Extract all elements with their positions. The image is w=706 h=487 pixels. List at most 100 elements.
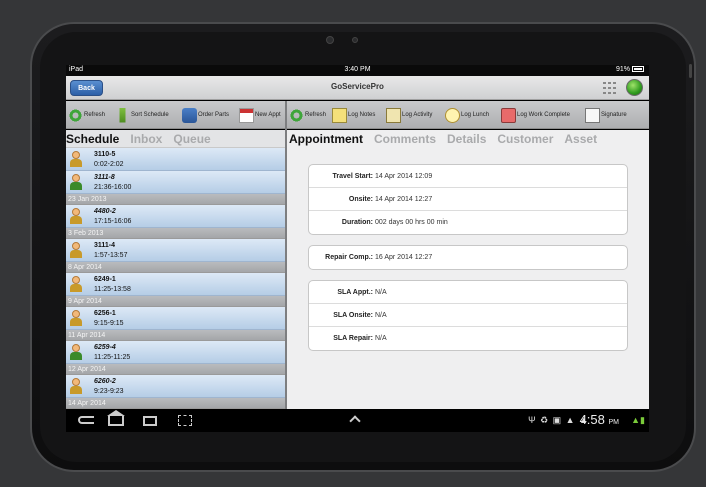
appointment-pane: Appointment Comments Details Customer As… [287,130,649,432]
toolbar: Refresh Sort Schedule Order Parts New Ap… [66,101,649,129]
schedule-row[interactable]: 4480-2 17:15-16:06 [66,205,285,228]
log-lunch-label: Log Lunch [461,112,490,118]
tab-customer[interactable]: Customer [497,132,553,146]
log-notes-button[interactable]: Log Notes [332,106,375,124]
order-parts-button[interactable]: Order Parts [182,106,229,124]
sla-onsite-value: N/A [375,312,387,319]
log-lunch-button[interactable]: Log Lunch [445,106,489,124]
new-appt-button[interactable]: New Appt [239,106,285,124]
repair-comp-row[interactable]: Repair Comp.: 16 Apr 2014 12:27 [309,246,627,269]
android-nav-bar: Ψ ♻ ▣ ▲ ▲ 4:58 PM ▲▮ [66,409,649,432]
refresh-icon [289,107,304,123]
tab-schedule[interactable]: Schedule [66,132,119,146]
schedule-row[interactable]: 6249-1 11:25-13:58 [66,273,285,296]
appointment-code: 4480-2 [94,208,116,215]
connection-status-icon[interactable] [626,79,643,96]
new-appt-label: New Appt [255,112,281,118]
appointment-code: 6249-1 [94,276,116,283]
technician-avatar-icon [69,276,83,293]
log-work-complete-label: Log Work Complete [517,112,570,118]
appointment-time: 11:25-13:58 [94,286,131,293]
schedule-row[interactable]: 6260-2 9:23-9:23 [66,375,285,398]
refresh-appointment-button[interactable]: Refresh [289,106,326,124]
activity-icon [386,107,401,123]
tab-details[interactable]: Details [447,132,486,146]
sla-appt-value: N/A [375,289,387,296]
date-header: 9 Apr 2014 [66,296,285,307]
right-tabs: Appointment Comments Details Customer As… [287,130,649,148]
lunch-icon [445,107,460,123]
tab-appointment[interactable]: Appointment [289,132,363,146]
sla-onsite-row[interactable]: SLA Onsite: N/A [309,304,627,327]
android-recents-icon[interactable] [143,416,157,426]
sla-repair-row[interactable]: SLA Repair: N/A [309,327,627,350]
notes-icon [332,107,347,123]
android-back-icon[interactable] [78,416,94,424]
sla-repair-value: N/A [375,335,387,342]
schedule-pane: Schedule Inbox Queue 3110-5 0:02-2:02 31… [66,130,285,432]
android-home-icon[interactable] [107,410,125,426]
clock-ampm: PM [608,419,620,426]
appointment-code: 6260-2 [94,378,116,385]
cart-icon [182,107,197,123]
technician-avatar-icon [69,174,83,191]
schedule-row[interactable]: 6259-4 11:25-11:25 [66,341,285,364]
log-activity-button[interactable]: Log Activity [386,106,432,124]
app-title: GoServicePro [331,82,384,91]
date-header: 8 Apr 2014 [66,262,285,273]
tab-inbox[interactable]: Inbox [130,132,162,146]
android-menu-up-icon[interactable] [349,415,361,427]
appointment-code: 3111-8 [94,174,115,181]
onsite-label: Onsite: [348,196,373,203]
duration-row[interactable]: Duration: 002 days 00 hrs 00 min [309,211,627,234]
refresh-schedule-button[interactable]: Refresh [68,106,105,124]
duration-value: 002 days 00 hrs 00 min [375,219,448,226]
battery-status: 91% [616,66,644,73]
signature-label: Signature [601,112,627,118]
travel-start-label: Travel Start: [332,173,373,180]
android-clock: 4:58 PM [580,412,619,427]
refresh-label: Refresh [305,112,327,118]
sort-schedule-label: Sort Schedule [131,112,169,118]
onsite-row[interactable]: Onsite: 14 Apr 2014 12:27 [309,188,627,211]
sla-repair-label: SLA Repair: [333,335,373,342]
log-activity-label: Log Activity [402,112,433,118]
technician-avatar-icon [69,378,83,395]
complete-icon [501,107,516,123]
date-header: 11 Apr 2014 [66,330,285,341]
date-header: 23 Jan 2013 [66,194,285,205]
schedule-row[interactable]: 3111-8 21:36-16:00 [66,171,285,194]
appointment-time: 9:15-9:15 [94,320,124,327]
travel-start-row[interactable]: Travel Start: 14 Apr 2014 12:09 [309,165,627,188]
schedule-row[interactable]: 6256-1 9:15-9:15 [66,307,285,330]
sla-appt-row[interactable]: SLA Appt.: N/A [309,281,627,304]
technician-avatar-icon [69,310,83,327]
tab-comments[interactable]: Comments [374,132,436,146]
technician-avatar-icon [69,242,83,259]
refresh-label: Refresh [84,112,106,118]
refresh-icon [68,107,83,123]
sort-icon [119,107,126,123]
date-header: 14 Apr 2014 [66,398,285,409]
appointment-time: 9:23-9:23 [94,388,124,395]
camera-icon [326,36,334,44]
schedule-row[interactable]: 3110-5 0:02-2:02 [66,148,285,171]
grid-menu-icon[interactable] [603,82,617,94]
schedule-row[interactable]: 3111-4 1:57-13:57 [66,239,285,262]
travel-start-value: 14 Apr 2014 12:09 [375,173,433,180]
tab-queue[interactable]: Queue [173,132,210,146]
log-notes-label: Log Notes [348,112,376,118]
tab-asset[interactable]: Asset [564,132,597,146]
appointment-code: 6256-1 [94,310,116,317]
battery-percent: 91% [615,66,630,73]
side-button [689,64,692,78]
sla-group: SLA Appt.: N/A SLA Onsite: N/A SLA Repai… [308,280,628,351]
sort-schedule-button[interactable]: Sort Schedule [115,106,169,124]
onsite-value: 14 Apr 2014 12:27 [375,196,433,203]
log-work-complete-button[interactable]: Log Work Complete [501,106,570,124]
clock-time: 4:58 [579,412,605,427]
android-screenshot-icon[interactable] [178,415,192,426]
back-button[interactable]: Back [70,80,103,96]
signature-button[interactable]: Signature [585,106,627,124]
appointment-time: 21:36-16:00 [94,184,132,191]
